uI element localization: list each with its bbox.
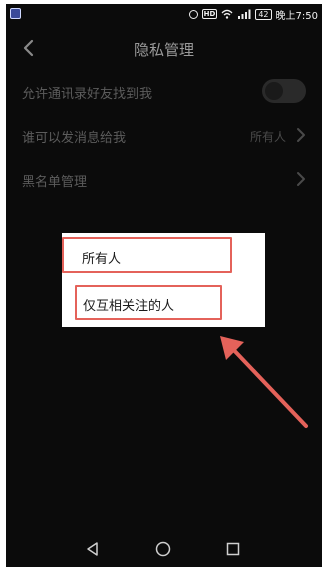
status-time: 晚上7:50 — [275, 10, 318, 22]
signal-icon — [238, 9, 251, 19]
message-row-value: 所有人 — [249, 130, 286, 144]
status-bar: HD 42 晚上7:50 — [6, 4, 322, 24]
popup-option-label: 仅互相关注的人 — [83, 299, 175, 314]
popup-option-everyone[interactable]: 所有人 — [62, 237, 232, 273]
alarm-icon — [188, 9, 198, 19]
contacts-row-label: 允许通讯录好友找到我 — [22, 87, 153, 102]
circle-home-icon[interactable] — [154, 540, 172, 558]
blacklist-row-label: 黑名单管理 — [22, 175, 88, 190]
message-permission-popup: 所有人 仅互相关注的人 — [62, 233, 265, 327]
chevron-right-icon — [297, 172, 305, 186]
message-row-label: 谁可以发消息给我 — [22, 131, 127, 146]
square-recent-icon[interactable] — [224, 540, 242, 558]
toggle-knob — [265, 82, 283, 100]
page-header: 隐私管理 — [6, 28, 322, 68]
settings-row-message[interactable]: 谁可以发消息给我 所有人 — [6, 114, 322, 158]
popup-option-label: 所有人 — [82, 252, 122, 267]
triangle-back-icon[interactable] — [84, 540, 102, 558]
contacts-toggle[interactable] — [262, 79, 306, 103]
system-nav-bar — [6, 530, 322, 567]
hd-icon: HD — [201, 9, 218, 19]
chevron-right-icon — [297, 128, 305, 142]
settings-row-contacts: 允许通讯录好友找到我 — [6, 70, 322, 114]
phone-screen: HD 42 晚上7:50 隐私管理 允许通讯录好友找到我 谁可以发消息给我 所有… — [6, 4, 322, 567]
settings-row-blacklist[interactable]: 黑名单管理 — [6, 158, 322, 202]
wifi-icon — [221, 9, 233, 19]
annotation-arrow-icon — [220, 336, 308, 428]
battery-icon: 42 — [255, 8, 272, 20]
app-notification-icon — [10, 8, 21, 19]
status-indicators: HD 42 晚上7:50 — [188, 7, 318, 22]
page-title: 隐私管理 — [133, 41, 194, 59]
popup-option-mutual-follow[interactable]: 仅互相关注的人 — [75, 285, 222, 320]
